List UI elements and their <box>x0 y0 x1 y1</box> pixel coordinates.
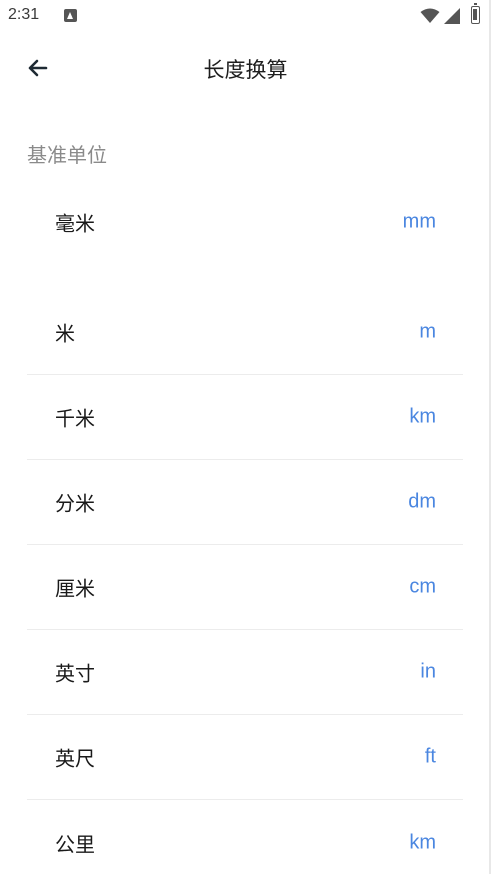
unit-symbol: km <box>409 405 436 428</box>
battery-icon <box>471 3 480 24</box>
page-title: 长度换算 <box>203 58 288 82</box>
unit-symbol: dm <box>408 490 436 513</box>
base-unit-row[interactable]: 毫米 mm <box>27 180 463 264</box>
signal-icon <box>444 8 461 28</box>
base-unit-symbol: mm <box>402 210 436 233</box>
status-bar: 2:31 <box>0 0 491 32</box>
unit-row-inch[interactable]: 英寸 in <box>27 630 463 715</box>
unit-symbol: ft <box>424 745 436 768</box>
unit-symbol: km <box>409 831 436 853</box>
unit-row-foot[interactable]: 英尺 ft <box>27 715 463 800</box>
unit-name: 英尺 <box>55 746 95 771</box>
unit-name: 分米 <box>55 491 95 516</box>
unit-symbol: cm <box>409 575 436 598</box>
notification-icon <box>64 9 77 22</box>
unit-row-gongli[interactable]: 公里 km <box>27 800 463 885</box>
unit-symbol: m <box>419 320 436 343</box>
unit-name: 米 <box>55 321 75 346</box>
unit-name: 公里 <box>55 832 95 856</box>
unit-row-centimeter[interactable]: 厘米 cm <box>27 545 463 630</box>
app-bar: 长度换算 <box>0 32 491 104</box>
unit-symbol: in <box>420 660 436 683</box>
unit-name: 英寸 <box>55 661 95 686</box>
unit-row-decimeter[interactable]: 分米 dm <box>27 460 463 545</box>
unit-row-kilometer[interactable]: 千米 km <box>27 375 463 460</box>
section-label: 基准单位 <box>27 143 107 167</box>
unit-list: 米 m 千米 km 分米 dm 厘米 cm 英寸 in 英尺 ft 公里 km <box>27 290 463 885</box>
unit-row-meter[interactable]: 米 m <box>27 290 463 375</box>
wifi-icon <box>420 8 440 28</box>
status-time: 2:31 <box>8 6 40 23</box>
base-unit-name: 毫米 <box>55 211 95 236</box>
unit-name: 千米 <box>55 406 95 431</box>
unit-name: 厘米 <box>55 576 95 601</box>
